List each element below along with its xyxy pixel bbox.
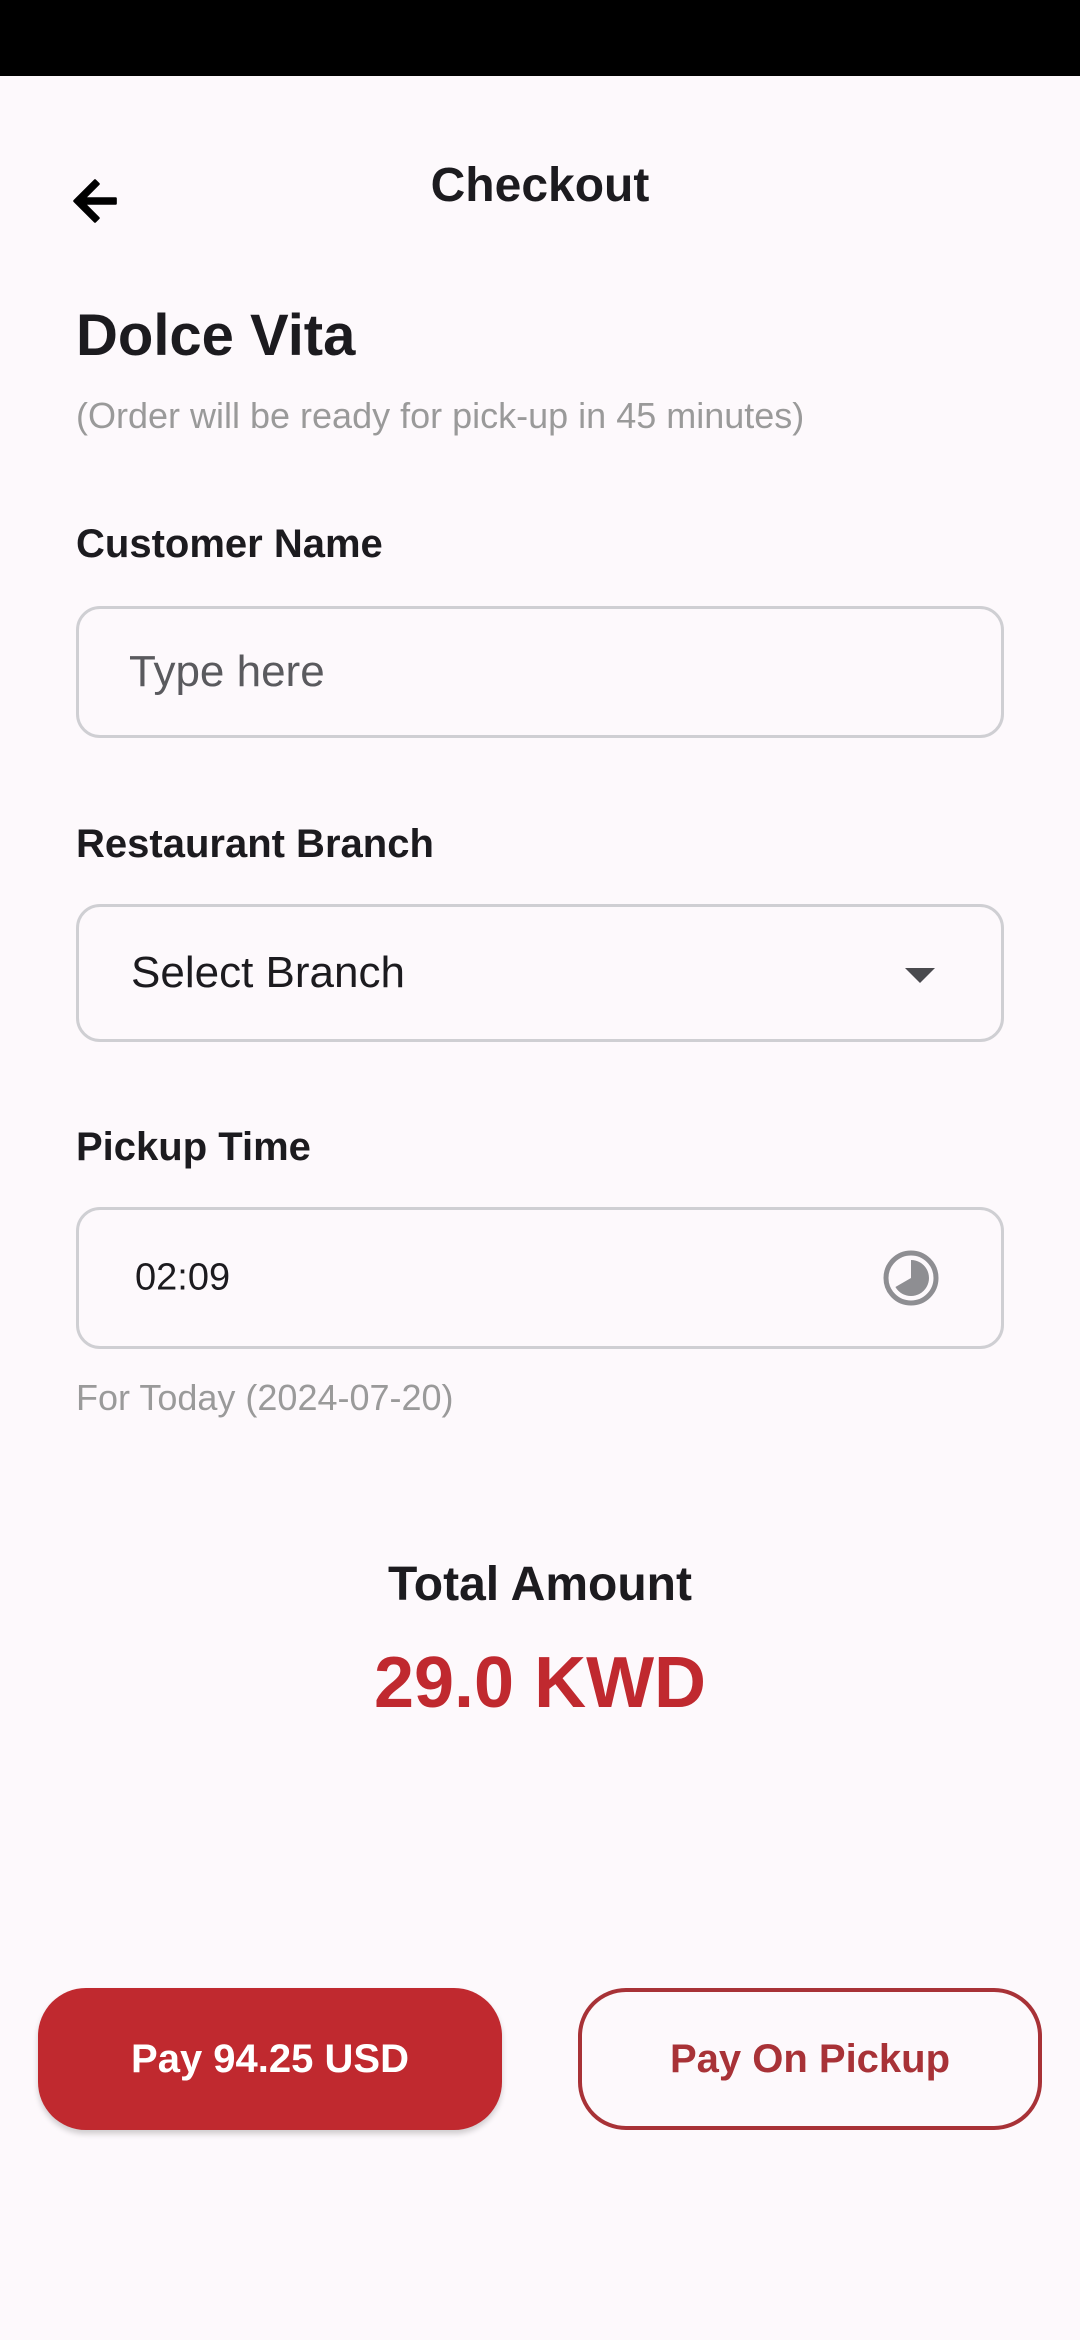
pickup-time-field[interactable]: 02:09 [76, 1207, 1004, 1349]
total-amount-label: Total Amount [388, 1558, 692, 1611]
pickup-time-label: Pickup Time [76, 1125, 311, 1169]
customer-name-input[interactable] [79, 609, 1001, 735]
pay-on-pickup-button[interactable]: Pay On Pickup [578, 1988, 1042, 2130]
pickup-date-note: For Today (2024-07-20) [76, 1377, 454, 1418]
total-amount-value: 29.0 KWD [373, 1643, 707, 1723]
app-bar: Checkout [0, 76, 1080, 296]
restaurant-name: Dolce Vita [76, 303, 356, 368]
status-bar [0, 0, 1080, 76]
branch-select[interactable]: Select Branch [76, 904, 1004, 1042]
customer-name-field [76, 606, 1004, 738]
pickup-time-value: 02:09 [135, 1256, 231, 1299]
clock-icon[interactable] [881, 1248, 941, 1308]
pickup-ready-note: (Order will be ready for pick-up in 45 m… [76, 395, 805, 436]
page-title: Checkout [430, 159, 650, 212]
dropdown-arrow-icon [905, 968, 935, 983]
restaurant-branch-label: Restaurant Branch [76, 822, 434, 866]
pay-online-button[interactable]: Pay 94.25 USD [38, 1988, 502, 2130]
customer-name-label: Customer Name [76, 522, 383, 566]
branch-select-value: Select Branch [131, 948, 405, 997]
